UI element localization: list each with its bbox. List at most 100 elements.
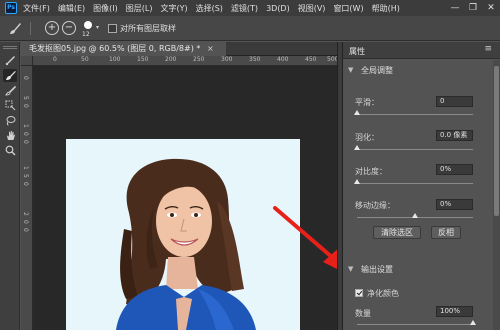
feather-label: 羽化： bbox=[355, 133, 379, 142]
ruler-tick-label: 200 bbox=[165, 56, 177, 63]
ruler-tick-label: 2 bbox=[22, 212, 29, 216]
tools-panel bbox=[0, 42, 20, 330]
ruler-origin[interactable] bbox=[21, 56, 33, 66]
vertical-ruler[interactable]: 0 5 0 1 0 0 1 5 0 2 0 0 bbox=[21, 66, 33, 330]
smooth-slider[interactable] bbox=[357, 114, 473, 115]
refine-edge-brush-icon[interactable] bbox=[3, 69, 17, 82]
chevron-down-icon[interactable]: ▼ bbox=[348, 66, 353, 74]
brush-size-dropdown-icon[interactable]: ▾ bbox=[96, 24, 99, 31]
ruler-tick-label: 50 bbox=[81, 56, 89, 63]
menu-type[interactable]: 文字(Y) bbox=[160, 3, 187, 14]
decontaminate-colors-checkbox[interactable] bbox=[355, 289, 363, 297]
shift-edge-slider-thumb[interactable] bbox=[412, 213, 418, 218]
ruler-tick-label: 0 bbox=[22, 228, 29, 232]
ruler-tick-label: 250 bbox=[193, 56, 205, 63]
ruler-tick-label: 1 bbox=[22, 166, 29, 170]
hand-tool-icon[interactable] bbox=[3, 129, 17, 142]
object-selection-icon[interactable] bbox=[3, 99, 17, 112]
portrait-photo bbox=[116, 158, 256, 330]
menu-view[interactable]: 视图(V) bbox=[298, 3, 326, 14]
ruler-tick-label: 450 bbox=[305, 56, 317, 63]
ruler-tick-label: 0 bbox=[53, 56, 57, 63]
ruler-tick-label: 0 bbox=[22, 104, 29, 108]
ruler-tick-label: 500 bbox=[327, 56, 337, 63]
amount-input[interactable]: 100% bbox=[436, 306, 473, 317]
menu-image[interactable]: 图像(I) bbox=[93, 3, 118, 14]
window-controls: — ❐ ✕ bbox=[446, 0, 500, 16]
minimize-icon[interactable]: — bbox=[446, 3, 464, 13]
scrollbar-thumb[interactable] bbox=[494, 66, 499, 216]
ruler-tick-label: 0 bbox=[22, 182, 29, 186]
menu-edit[interactable]: 编辑(E) bbox=[58, 3, 85, 14]
sample-all-layers-label: 对所有图层取样 bbox=[120, 24, 176, 33]
horizontal-ruler[interactable]: 0 50 100 150 200 250 300 350 400 450 500 bbox=[33, 56, 337, 66]
contrast-label: 对比度： bbox=[355, 167, 387, 176]
properties-panel-header: 属性 ≡ bbox=[343, 42, 500, 59]
brush-tool-icon[interactable] bbox=[3, 84, 17, 97]
sample-all-layers-checkbox[interactable] bbox=[108, 24, 117, 33]
ruler-tick-label: 350 bbox=[249, 56, 261, 63]
ruler-tick-label: 0 bbox=[22, 76, 29, 80]
brush-size-preview-icon[interactable] bbox=[84, 21, 92, 29]
ruler-tick-label: 0 bbox=[22, 140, 29, 144]
global-refinements-header[interactable]: 全局调整 bbox=[361, 65, 393, 76]
restore-original-edge-icon[interactable]: − bbox=[62, 21, 76, 35]
ruler-tick-label: 100 bbox=[109, 56, 121, 63]
ruler-tick-label: 300 bbox=[221, 56, 233, 63]
panel-menu-icon[interactable]: ≡ bbox=[484, 44, 492, 54]
menu-help[interactable]: 帮助(H) bbox=[372, 3, 400, 14]
panel-grip[interactable] bbox=[3, 46, 17, 49]
tab-close-icon[interactable]: × bbox=[207, 44, 214, 53]
document-tab-bar: 毛发抠图05.jpg @ 60.5% (图层 0, RGB/8#) * × bbox=[21, 42, 337, 56]
refine-edge-brush-icon[interactable] bbox=[8, 22, 22, 35]
properties-panel: 属性 ≡ ▼ 全局调整 平滑： 0 羽化： 0.0 像素 对比度： 0% 移动边… bbox=[343, 42, 500, 330]
shift-edge-input[interactable]: 0% bbox=[436, 199, 473, 210]
menu-select[interactable]: 选择(S) bbox=[196, 3, 223, 14]
menu-3d[interactable]: 3D(D) bbox=[266, 4, 290, 13]
contrast-slider-thumb[interactable] bbox=[354, 179, 360, 184]
menu-filter[interactable]: 滤镜(T) bbox=[231, 3, 258, 14]
contrast-input[interactable]: 0% bbox=[436, 164, 473, 175]
feather-slider[interactable] bbox=[357, 149, 473, 150]
decontaminate-colors-label: 净化颜色 bbox=[367, 289, 399, 298]
menu-bar: Ps 文件(F) 编辑(E) 图像(I) 图层(L) 文字(Y) 选择(S) 滤… bbox=[0, 0, 500, 16]
amount-label: 数量 bbox=[355, 309, 371, 318]
lasso-tool-icon[interactable] bbox=[3, 114, 17, 127]
invert-button[interactable]: 反相 bbox=[431, 226, 461, 239]
properties-tab[interactable]: 属性 bbox=[349, 46, 365, 57]
brush-size-value: 12 bbox=[82, 31, 90, 38]
ruler-tick-label: 0 bbox=[22, 220, 29, 224]
amount-slider[interactable] bbox=[357, 324, 473, 325]
menu-layer[interactable]: 图层(L) bbox=[126, 3, 153, 14]
smooth-input[interactable]: 0 bbox=[436, 96, 473, 107]
photoshop-logo: Ps bbox=[5, 2, 17, 14]
menu-window[interactable]: 窗口(W) bbox=[333, 3, 363, 14]
ruler-tick-label: 0 bbox=[22, 132, 29, 136]
smooth-label: 平滑： bbox=[355, 98, 379, 107]
zoom-tool-icon[interactable] bbox=[3, 144, 17, 157]
ruler-tick-label: 150 bbox=[137, 56, 149, 63]
properties-scrollbar[interactable] bbox=[493, 60, 500, 330]
amount-slider-thumb[interactable] bbox=[470, 320, 476, 325]
document-window: 毛发抠图05.jpg @ 60.5% (图层 0, RGB/8#) * × 0 … bbox=[21, 42, 351, 330]
chevron-down-icon[interactable]: ▼ bbox=[348, 265, 353, 273]
close-icon[interactable]: ✕ bbox=[482, 3, 500, 13]
smooth-slider-thumb[interactable] bbox=[354, 110, 360, 115]
shift-edge-label: 移动边缘： bbox=[355, 201, 395, 210]
ruler-tick-label: 5 bbox=[22, 96, 29, 100]
menu-file[interactable]: 文件(F) bbox=[23, 3, 50, 14]
output-settings-header[interactable]: 输出设置 bbox=[361, 264, 393, 275]
maximize-icon[interactable]: ❐ bbox=[464, 3, 482, 13]
ruler-tick-label: 400 bbox=[277, 56, 289, 63]
feather-input[interactable]: 0.0 像素 bbox=[436, 130, 473, 141]
document-canvas[interactable] bbox=[66, 139, 300, 330]
clear-selection-button[interactable]: 清除选区 bbox=[373, 226, 421, 239]
document-tab-title: 毛发抠图05.jpg @ 60.5% (图层 0, RGB/8#) * bbox=[29, 44, 201, 53]
quick-selection-tool-icon[interactable] bbox=[3, 54, 17, 67]
document-tab[interactable]: 毛发抠图05.jpg @ 60.5% (图层 0, RGB/8#) * × bbox=[21, 42, 226, 56]
feather-slider-thumb[interactable] bbox=[354, 145, 360, 150]
options-bar: + − 12 ▾ 对所有图层取样 bbox=[0, 16, 500, 41]
expand-detection-area-icon[interactable]: + bbox=[45, 21, 59, 35]
options-divider bbox=[30, 22, 31, 35]
contrast-slider[interactable] bbox=[357, 183, 473, 184]
